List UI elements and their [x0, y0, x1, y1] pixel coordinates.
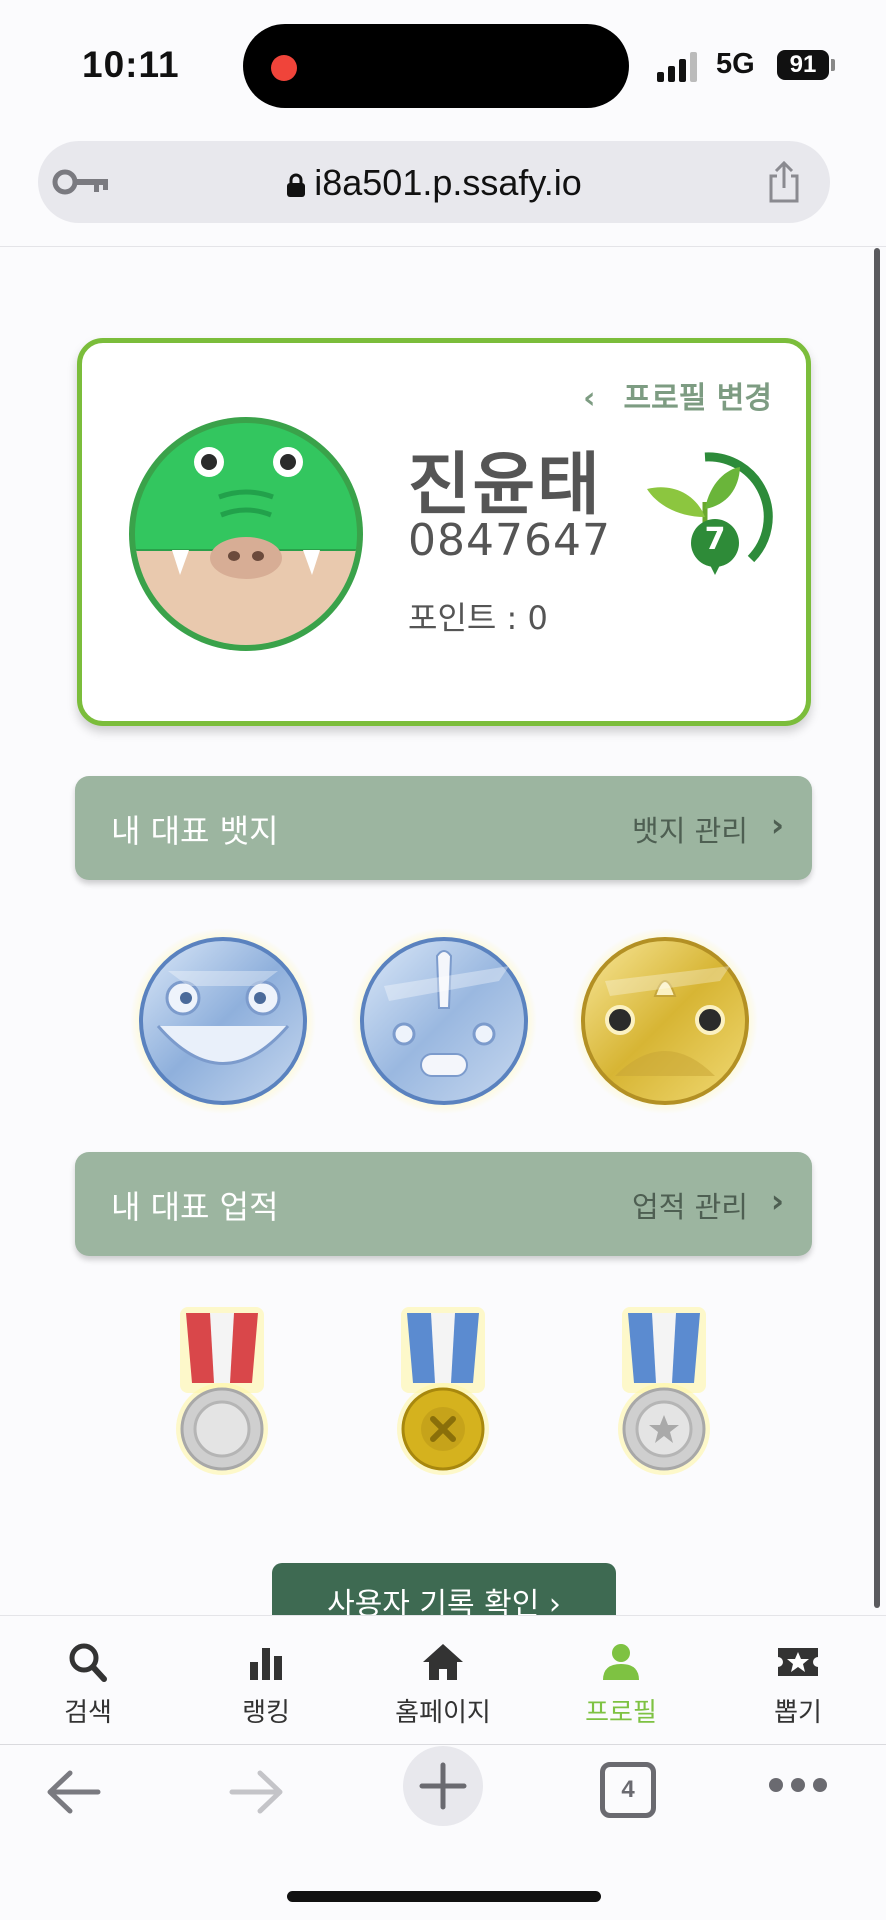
ticket-icon [778, 1648, 818, 1676]
red-silver-medal-icon[interactable] [172, 1303, 272, 1483]
user-name: 진윤태 [408, 446, 602, 525]
lock-icon [287, 173, 306, 197]
page-scrollbar[interactable] [874, 248, 880, 1608]
tab-homepage[interactable]: 홈페이지 [358, 1642, 528, 1729]
home-icon [423, 1644, 463, 1680]
profile-card: ‹ 프로필 변경 진윤태 0847647 포인트 : 0 7 [77, 338, 811, 726]
edit-profile-button[interactable]: ‹ 프로필 변경 [583, 373, 772, 417]
tab-label: 검색 [64, 1698, 112, 1728]
status-time: 10:11 [82, 44, 180, 85]
blue-gold-medal-icon[interactable] [393, 1303, 493, 1483]
gold-rhino-badge-icon[interactable] [570, 926, 760, 1116]
tab-label: 랭킹 [242, 1698, 290, 1728]
recording-indicator-icon [271, 55, 297, 81]
person-icon [603, 1644, 639, 1680]
tab-label: 프로필 [585, 1698, 657, 1728]
bottom-tab-bar: 검색 랭킹 홈페이지 프로필 뽑기 [0, 1615, 886, 1745]
tab-search[interactable]: 검색 [3, 1642, 173, 1729]
url-display[interactable]: i8a501.p.ssafy.io [38, 162, 830, 204]
status-bar: 10:11 5G 91 [0, 0, 886, 130]
user-points: 포인트 : 0 [408, 599, 548, 637]
more-options-icon[interactable] [766, 1775, 830, 1795]
chevron-right-icon: › [770, 806, 784, 844]
level-number: 7 [704, 522, 726, 557]
manage-badges-link[interactable]: 뱃지 관리 [632, 808, 748, 850]
tab-draw[interactable]: 뽑기 [713, 1642, 883, 1729]
tabs-count-button[interactable]: 4 [600, 1762, 656, 1818]
signal-strength-icon [657, 52, 701, 82]
tab-profile[interactable]: 프로필 [536, 1642, 706, 1729]
tab-label: 홈페이지 [395, 1698, 491, 1728]
avatar [129, 417, 363, 651]
blue-silver-star-medal-icon[interactable] [614, 1303, 714, 1483]
battery-cap [831, 59, 835, 71]
page-divider [0, 246, 886, 247]
tab-ranking[interactable]: 랭킹 [181, 1642, 351, 1729]
badges-section-title: 내 대표 뱃지 [111, 812, 279, 850]
home-indicator [287, 1891, 601, 1902]
battery-icon: 91 [777, 50, 829, 80]
tab-label: 뽑기 [774, 1698, 822, 1728]
new-tab-plus-icon[interactable] [402, 1745, 484, 1827]
search-icon [69, 1643, 107, 1682]
bar-chart-icon [250, 1648, 282, 1680]
share-icon[interactable] [766, 161, 802, 203]
network-type: 5G [716, 48, 755, 80]
dynamic-island [243, 24, 629, 108]
back-arrow-icon[interactable] [44, 1767, 104, 1817]
edit-profile-label: 프로필 변경 [623, 381, 772, 416]
chevron-right-icon: › [770, 1182, 784, 1220]
achievements-section-header[interactable]: 내 대표 업적 업적 관리 › [75, 1152, 812, 1256]
manage-achievements-link[interactable]: 업적 관리 [632, 1184, 748, 1226]
achievements-section-title: 내 대표 업적 [111, 1188, 279, 1226]
forward-arrow-icon[interactable] [226, 1767, 286, 1817]
url-text: i8a501.p.ssafy.io [314, 162, 582, 203]
user-id: 0847647 [408, 515, 611, 566]
blue-rhino-badge-icon[interactable] [349, 926, 539, 1116]
blue-frog-badge-icon[interactable] [128, 926, 318, 1116]
badges-section-header[interactable]: 내 대표 뱃지 뱃지 관리 › [75, 776, 812, 880]
chevron-left-icon: ‹ [583, 381, 596, 416]
address-bar[interactable]: i8a501.p.ssafy.io [38, 141, 830, 223]
level-badge: 7 [635, 447, 775, 587]
